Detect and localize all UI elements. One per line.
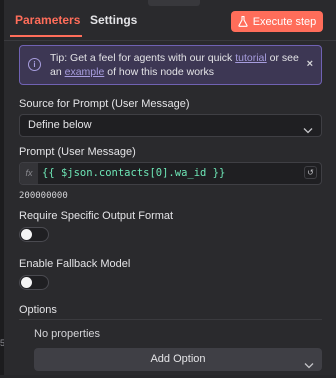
active-tab-indicator bbox=[10, 35, 82, 37]
node-parameters-panel: Parameters Settings Execute step i Tip: … bbox=[4, 0, 336, 375]
tip-prefix: Tip: Get a feel for agents with our quic… bbox=[50, 52, 236, 64]
chevron-down-icon bbox=[303, 121, 313, 142]
prompt-expression: {{ $json.contacts[0].wa_id }} bbox=[42, 167, 226, 179]
fx-badge: fx bbox=[20, 163, 38, 184]
execute-step-label: Execute step bbox=[252, 15, 317, 28]
expand-editor-icon[interactable]: ↺ bbox=[304, 166, 317, 179]
prompt-label: Prompt (User Message) bbox=[19, 146, 136, 158]
fallback-model-toggle[interactable] bbox=[19, 275, 49, 290]
tab-settings[interactable]: Settings bbox=[90, 13, 137, 27]
output-format-label: Require Specific Output Format bbox=[19, 210, 174, 222]
tip-callout: i Tip: Get a feel for agents with our qu… bbox=[19, 45, 322, 85]
source-prompt-value: Define below bbox=[28, 119, 92, 131]
panel-header: Parameters Settings Execute step bbox=[4, 0, 336, 41]
output-format-toggle[interactable] bbox=[19, 227, 49, 242]
add-option-button[interactable]: Add Option bbox=[34, 348, 322, 371]
fallback-model-label: Enable Fallback Model bbox=[19, 258, 131, 270]
info-icon: i bbox=[28, 58, 41, 71]
tip-suffix: of how this node works bbox=[104, 65, 215, 78]
add-option-label: Add Option bbox=[150, 353, 206, 365]
drag-handle[interactable] bbox=[148, 0, 200, 6]
source-prompt-label: Source for Prompt (User Message) bbox=[19, 98, 190, 110]
example-link[interactable]: example bbox=[65, 66, 105, 78]
tip-text: Tip: Get a feel for agents with our quic… bbox=[50, 52, 300, 79]
tutorial-link[interactable]: tutorial bbox=[235, 52, 267, 64]
close-icon[interactable]: × bbox=[307, 58, 313, 70]
flask-icon bbox=[238, 16, 248, 27]
options-divider bbox=[19, 319, 322, 320]
toggle-knob bbox=[21, 277, 32, 288]
tab-parameters[interactable]: Parameters bbox=[15, 13, 80, 27]
toggle-knob bbox=[21, 229, 32, 240]
no-properties-text: No properties bbox=[34, 328, 101, 340]
source-prompt-select[interactable]: Define below bbox=[19, 114, 322, 137]
expression-preview: 200000000 bbox=[19, 191, 68, 201]
execute-step-button[interactable]: Execute step bbox=[231, 11, 323, 32]
options-heading: Options bbox=[19, 304, 57, 316]
prompt-expression-input[interactable]: fx {{ $json.contacts[0].wa_id }} ↺ bbox=[19, 162, 322, 185]
